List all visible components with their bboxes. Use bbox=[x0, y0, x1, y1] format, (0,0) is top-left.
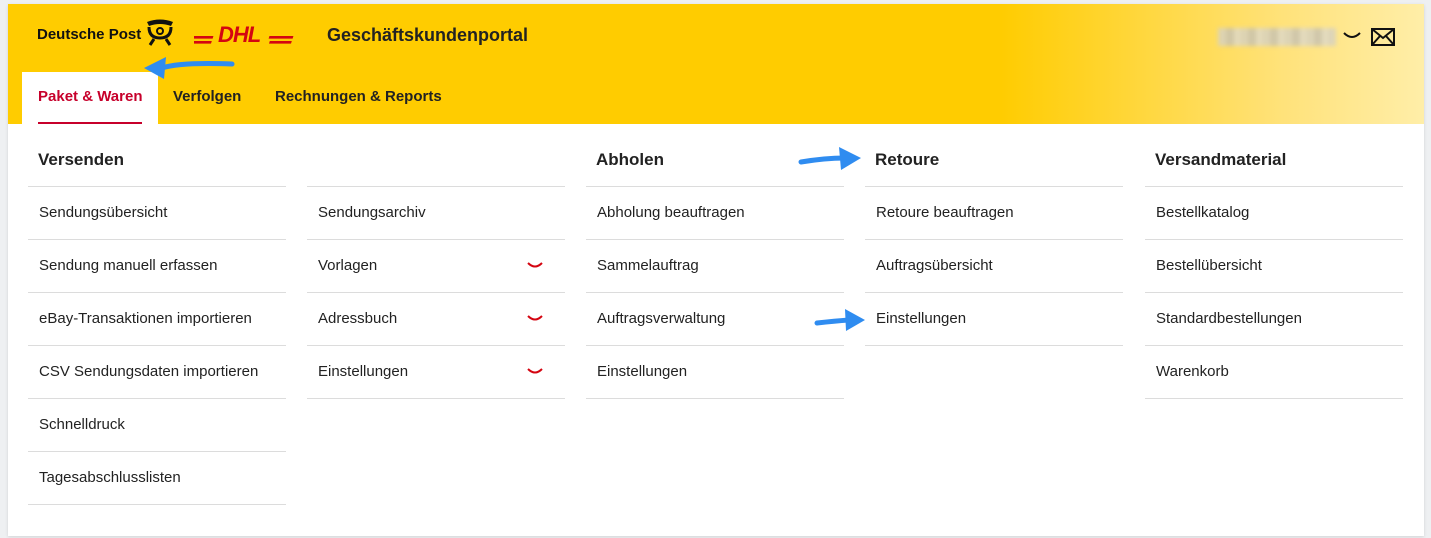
menu-column-versenden: Versenden Sendungsübersicht Sendung manu… bbox=[28, 124, 286, 505]
menu-column-versandmaterial: Versandmaterial Bestellkatalog Bestellüb… bbox=[1145, 124, 1403, 399]
chevron-down-icon[interactable] bbox=[1342, 30, 1362, 42]
portal-title: Geschäftskundenportal bbox=[327, 25, 529, 45]
menu-column-versenden-more: Sendungsarchiv Vorlagen Adressbuch Einst… bbox=[307, 124, 565, 399]
menu-item[interactable]: Auftragsübersicht bbox=[865, 240, 1123, 293]
menu-item[interactable]: Warenkorb bbox=[1145, 346, 1403, 399]
column-heading: Versenden bbox=[28, 124, 286, 187]
column-heading-spacer bbox=[307, 124, 565, 187]
tab-label: Paket & Waren bbox=[38, 88, 143, 105]
tab-label: Rechnungen & Reports bbox=[275, 88, 442, 105]
menu-item[interactable]: Bestellkatalog bbox=[1145, 187, 1403, 240]
dhl-logo: DHL bbox=[194, 22, 294, 46]
menu-item[interactable]: Sendung manuell erfassen bbox=[28, 240, 286, 293]
menu-item[interactable]: Abholung beauftragen bbox=[586, 187, 844, 240]
chevron-down-icon[interactable] bbox=[527, 367, 543, 377]
brand-name: Deutsche Post bbox=[37, 26, 142, 43]
menu-item[interactable]: Retoure beauftragen bbox=[865, 187, 1123, 240]
tab-rechnungen-reports[interactable]: Rechnungen & Reports bbox=[275, 72, 442, 124]
mail-icon[interactable] bbox=[1371, 28, 1395, 46]
menu-item[interactable]: Bestellübersicht bbox=[1145, 240, 1403, 293]
deutsche-post-horn-icon bbox=[147, 19, 173, 46]
chevron-down-icon[interactable] bbox=[527, 314, 543, 324]
menu-column-retoure: Retoure Retoure beauftragen Auftragsüber… bbox=[865, 124, 1123, 346]
tab-paket-waren[interactable]: Paket & Waren bbox=[22, 72, 159, 124]
chevron-down-icon[interactable] bbox=[527, 261, 543, 271]
menu-item-expandable[interactable]: Vorlagen bbox=[307, 240, 565, 293]
menu-item[interactable]: Sendungsarchiv bbox=[307, 187, 565, 240]
blue-arrow-annotation bbox=[798, 147, 861, 170]
menu-item[interactable]: Einstellungen bbox=[586, 346, 844, 399]
menu-item[interactable]: Sammelauftrag bbox=[586, 240, 844, 293]
menu-item-expandable[interactable]: Adressbuch bbox=[307, 293, 565, 346]
column-heading: Retoure bbox=[865, 124, 1123, 187]
menu-item[interactable]: Tagesabschlusslisten bbox=[28, 452, 286, 505]
menu-item[interactable]: Auftragsverwaltung bbox=[586, 293, 844, 346]
user-account-name[interactable] bbox=[1218, 28, 1336, 46]
svg-text:DHL: DHL bbox=[218, 22, 261, 46]
menu-item[interactable]: CSV Sendungsdaten importieren bbox=[28, 346, 286, 399]
menu-item[interactable]: Schnelldruck bbox=[28, 399, 286, 452]
blue-arrow-annotation bbox=[814, 309, 865, 331]
menu-item[interactable]: eBay-Transaktionen importieren bbox=[28, 293, 286, 346]
menu-item[interactable]: Standardbestellungen bbox=[1145, 293, 1403, 346]
menu-item-expandable[interactable]: Einstellungen bbox=[307, 346, 565, 399]
menu-item[interactable]: Sendungsübersicht bbox=[28, 187, 286, 240]
menu-item[interactable]: Einstellungen bbox=[865, 293, 1123, 346]
blue-arrow-annotation bbox=[144, 57, 235, 79]
column-heading: Versandmaterial bbox=[1145, 124, 1403, 187]
tab-label: Verfolgen bbox=[173, 88, 242, 105]
